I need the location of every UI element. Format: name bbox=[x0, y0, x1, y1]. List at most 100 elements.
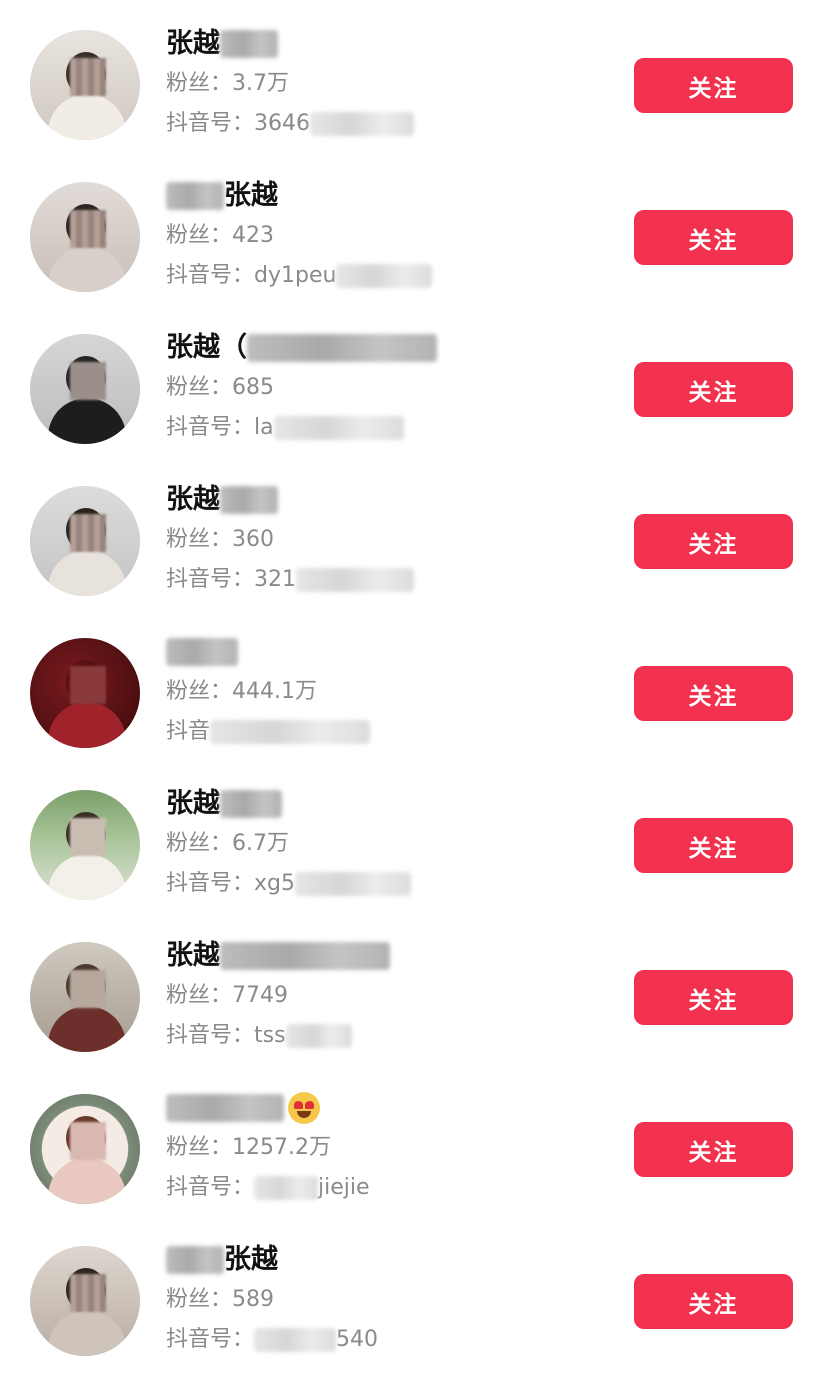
followers-label: 粉丝： bbox=[166, 375, 233, 400]
user-name-text: 张越 bbox=[224, 180, 278, 211]
douyin-id: 抖音号： xg5 bbox=[166, 864, 606, 904]
user-info: 张越 粉丝： 423 抖音号： dy1peu bbox=[166, 176, 606, 296]
douyin-id-label: 抖音号： bbox=[166, 871, 255, 896]
user-info: 粉丝： 444.1万 抖音 bbox=[166, 632, 606, 752]
douyin-id: 抖音号： 540 bbox=[166, 1320, 606, 1360]
user-name: 张越 bbox=[166, 1240, 606, 1280]
douyin-id-label: 抖音 bbox=[166, 719, 211, 744]
follower-count: 粉丝： 3.7万 bbox=[166, 64, 606, 104]
douyin-id-value: 540 bbox=[336, 1327, 379, 1352]
douyin-id-value: tss bbox=[254, 1023, 286, 1048]
avatar[interactable] bbox=[30, 790, 140, 900]
user-name-text: 张越 bbox=[166, 484, 220, 515]
douyin-id: 抖音 bbox=[166, 712, 606, 752]
user-name: 张越 bbox=[166, 24, 606, 64]
user-row[interactable]: 张越 粉丝： 6.7万 抖音号： xg5 关注 bbox=[0, 760, 822, 912]
redacted-id bbox=[295, 872, 411, 896]
redacted-id bbox=[336, 264, 433, 288]
follow-button[interactable]: 关注 bbox=[634, 970, 793, 1025]
followers-label: 粉丝： bbox=[166, 527, 233, 552]
avatar[interactable] bbox=[30, 30, 140, 140]
user-name: 张越 bbox=[166, 480, 606, 520]
user-row[interactable]: 张越 粉丝： 589 抖音号： 540 关注 bbox=[0, 1216, 822, 1368]
avatar[interactable] bbox=[30, 1246, 140, 1356]
douyin-id-value: dy1peu bbox=[254, 263, 337, 288]
followers-value: 1257.2万 bbox=[232, 1135, 331, 1160]
follow-button[interactable]: 关注 bbox=[634, 58, 793, 113]
followers-value: 423 bbox=[232, 223, 275, 248]
user-name: 张越（ bbox=[166, 328, 606, 368]
user-info: 张越 粉丝： 589 抖音号： 540 bbox=[166, 1240, 606, 1360]
follow-button[interactable]: 关注 bbox=[634, 514, 793, 569]
heart-eyes-emoji-icon bbox=[288, 1092, 320, 1124]
followers-label: 粉丝： bbox=[166, 983, 233, 1008]
follower-count: 粉丝： 444.1万 bbox=[166, 672, 606, 712]
douyin-id-label: 抖音号： bbox=[166, 1023, 255, 1048]
redacted-id bbox=[254, 1176, 319, 1200]
avatar[interactable] bbox=[30, 334, 140, 444]
follower-count: 粉丝： 423 bbox=[166, 216, 606, 256]
follow-button[interactable]: 关注 bbox=[634, 1274, 793, 1329]
user-row[interactable]: 张越 粉丝： 7749 抖音号： tss 关注 bbox=[0, 912, 822, 1064]
user-row[interactable]: 粉丝： 444.1万 抖音 关注 bbox=[0, 608, 822, 760]
douyin-id-value: la bbox=[254, 415, 274, 440]
user-name: 张越 bbox=[166, 784, 606, 824]
follow-button[interactable]: 关注 bbox=[634, 1122, 793, 1177]
douyin-id: 抖音号： dy1peu bbox=[166, 256, 606, 296]
douyin-id-value: 3646 bbox=[254, 111, 311, 136]
douyin-id: 抖音号： tss bbox=[166, 1016, 606, 1056]
user-search-results: 张越 粉丝： 3.7万 抖音号： 3646 关注 张越 粉丝： 423 抖音号：… bbox=[0, 0, 822, 1368]
redacted-id bbox=[254, 1328, 337, 1352]
douyin-id: 抖音号： jiejie bbox=[166, 1168, 606, 1208]
followers-value: 3.7万 bbox=[232, 71, 290, 96]
douyin-id-label: 抖音号： bbox=[166, 111, 255, 136]
user-row[interactable]: 张越 粉丝： 3.7万 抖音号： 3646 关注 bbox=[0, 0, 822, 152]
douyin-id: 抖音号： 321 bbox=[166, 560, 606, 600]
follower-count: 粉丝： 7749 bbox=[166, 976, 606, 1016]
user-info: 张越（ 粉丝： 685 抖音号： la bbox=[166, 328, 606, 448]
follow-button[interactable]: 关注 bbox=[634, 666, 793, 721]
avatar[interactable] bbox=[30, 182, 140, 292]
user-info: 张越 粉丝： 360 抖音号： 321 bbox=[166, 480, 606, 600]
avatar[interactable] bbox=[30, 1094, 140, 1204]
redacted-name bbox=[220, 942, 390, 970]
user-name-text: 张越（ bbox=[166, 332, 247, 363]
followers-value: 589 bbox=[232, 1287, 275, 1312]
avatar[interactable] bbox=[30, 486, 140, 596]
redacted-name bbox=[166, 1094, 284, 1122]
follow-button[interactable]: 关注 bbox=[634, 210, 793, 265]
follower-count: 粉丝： 360 bbox=[166, 520, 606, 560]
followers-label: 粉丝： bbox=[166, 71, 233, 96]
douyin-id-label: 抖音号： bbox=[166, 567, 255, 592]
user-row[interactable]: 张越（ 粉丝： 685 抖音号： la 关注 bbox=[0, 304, 822, 456]
followers-value: 444.1万 bbox=[232, 679, 317, 704]
follower-count: 粉丝： 685 bbox=[166, 368, 606, 408]
avatar[interactable] bbox=[30, 942, 140, 1052]
redacted-name bbox=[166, 1246, 224, 1274]
user-name bbox=[166, 1088, 606, 1128]
redacted-name bbox=[166, 182, 224, 210]
follow-button[interactable]: 关注 bbox=[634, 362, 793, 417]
redacted-id bbox=[296, 568, 415, 592]
douyin-id-value: jiejie bbox=[318, 1175, 370, 1200]
user-name-text: 张越 bbox=[166, 940, 220, 971]
user-name: 张越 bbox=[166, 936, 606, 976]
followers-label: 粉丝： bbox=[166, 679, 233, 704]
user-row[interactable]: 粉丝： 1257.2万 抖音号： jiejie 关注 bbox=[0, 1064, 822, 1216]
user-row[interactable]: 张越 粉丝： 360 抖音号： 321 关注 bbox=[0, 456, 822, 608]
follow-button[interactable]: 关注 bbox=[634, 818, 793, 873]
followers-label: 粉丝： bbox=[166, 223, 233, 248]
followers-value: 7749 bbox=[232, 983, 289, 1008]
redacted-name bbox=[220, 790, 282, 818]
user-info: 粉丝： 1257.2万 抖音号： jiejie bbox=[166, 1088, 606, 1208]
user-row[interactable]: 张越 粉丝： 423 抖音号： dy1peu 关注 bbox=[0, 152, 822, 304]
douyin-id-label: 抖音号： bbox=[166, 1175, 255, 1200]
redacted-name bbox=[166, 638, 238, 666]
followers-value: 685 bbox=[232, 375, 275, 400]
followers-label: 粉丝： bbox=[166, 1135, 233, 1160]
follower-count: 粉丝： 589 bbox=[166, 1280, 606, 1320]
avatar[interactable] bbox=[30, 638, 140, 748]
user-info: 张越 粉丝： 6.7万 抖音号： xg5 bbox=[166, 784, 606, 904]
followers-value: 360 bbox=[232, 527, 275, 552]
user-name-text: 张越 bbox=[166, 28, 220, 59]
